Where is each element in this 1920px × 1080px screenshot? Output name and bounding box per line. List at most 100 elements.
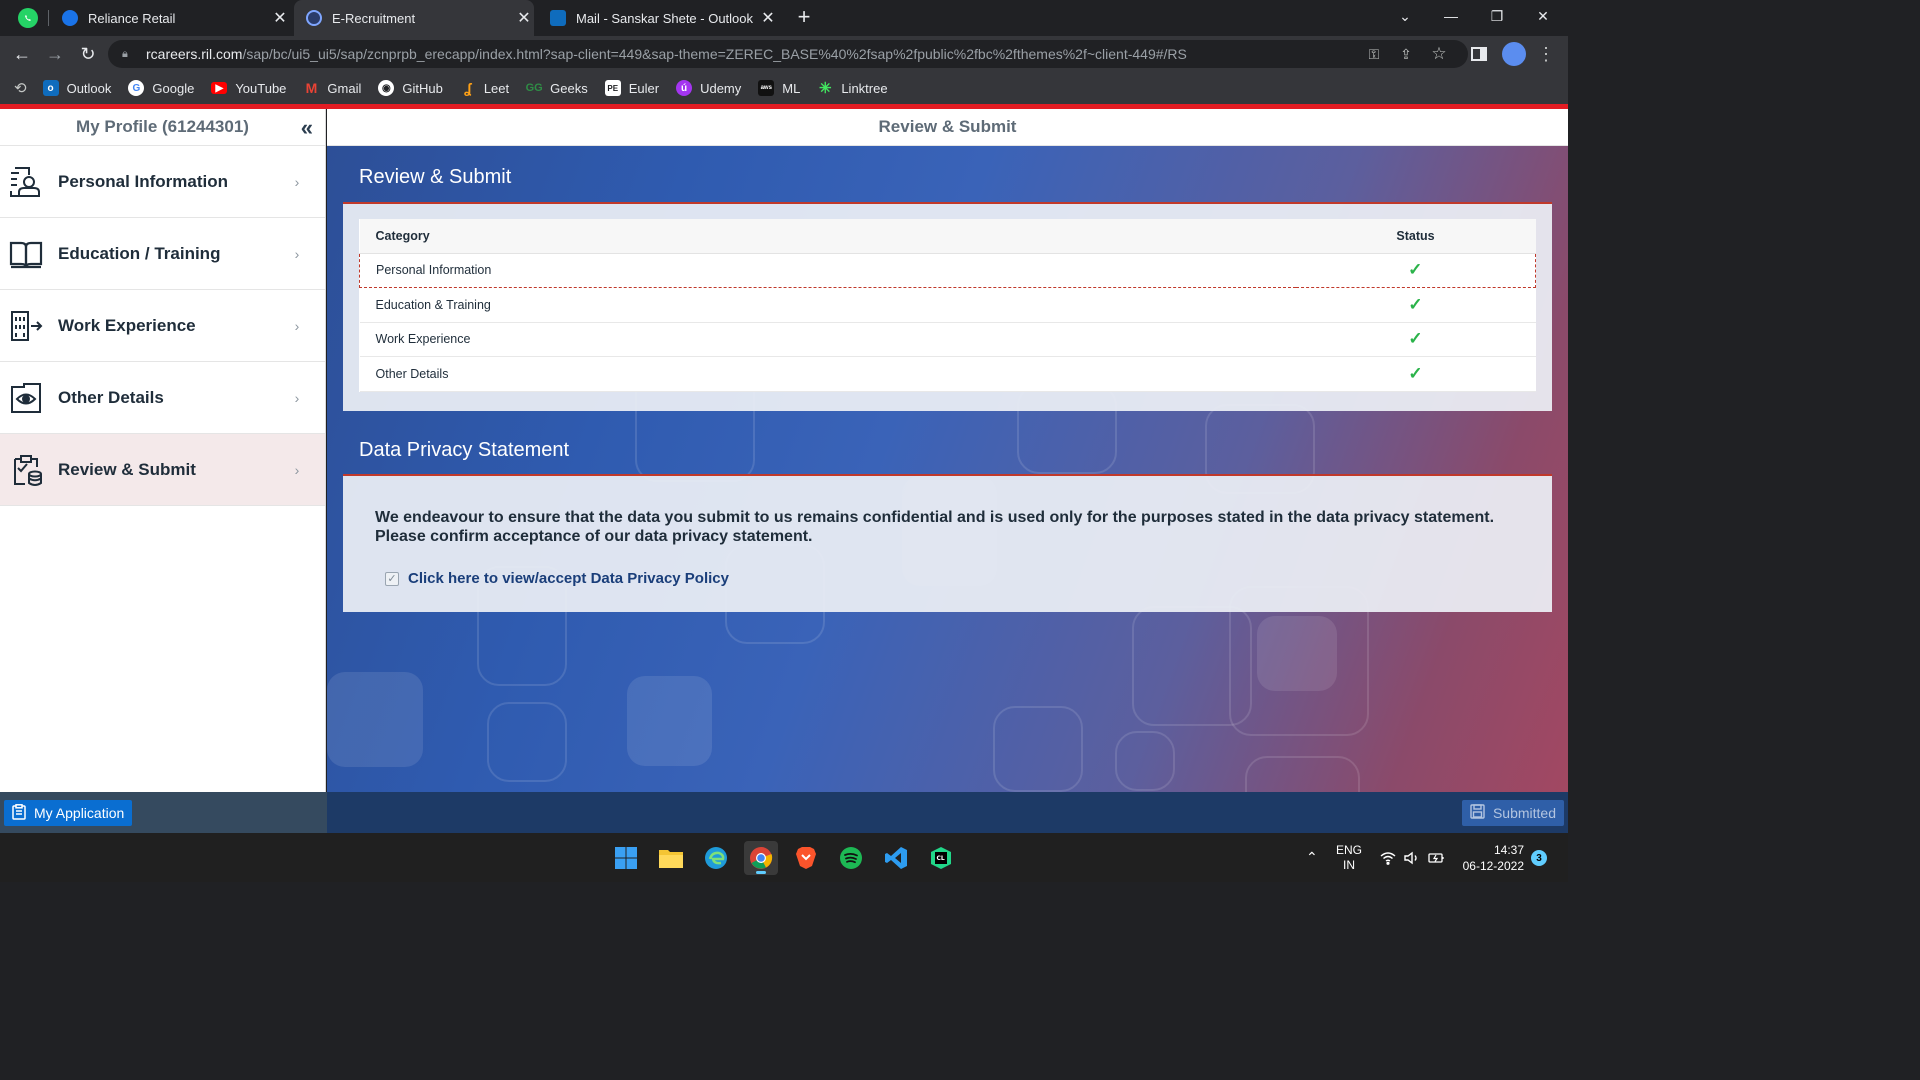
leetcode-icon: ʆ bbox=[464, 80, 472, 96]
bookmark-google[interactable]: G Google bbox=[128, 80, 194, 96]
more-menu-icon[interactable]: ⋮ bbox=[1534, 42, 1558, 66]
restore-icon[interactable]: ❐ bbox=[1474, 0, 1520, 32]
sidebar-item-education-training[interactable]: Education / Training › bbox=[0, 218, 325, 290]
history-icon[interactable]: ⟲ bbox=[14, 79, 27, 97]
tab-title: E-Recruitment bbox=[332, 10, 416, 26]
profile-avatar[interactable] bbox=[1502, 42, 1526, 66]
close-tab-icon[interactable]: ✕ bbox=[270, 8, 290, 28]
privacy-statement-text: We endeavour to ensure that the data you… bbox=[375, 509, 1495, 545]
column-header-status: Status bbox=[1295, 219, 1536, 254]
privacy-panel: We endeavour to ensure that the data you… bbox=[343, 474, 1552, 612]
bookmark-udemy[interactable]: ú Udemy bbox=[676, 80, 741, 96]
privacy-section-title: Data Privacy Statement bbox=[359, 439, 570, 461]
file-explorer-icon[interactable] bbox=[654, 841, 688, 875]
sidebar-item-label: Education / Training bbox=[58, 243, 221, 263]
clock[interactable]: 14:37 06-12-2022 bbox=[1460, 833, 1524, 882]
windows-taskbar: CL ⌃ ENG IN 14:37 06-12-2022 3 bbox=[0, 833, 1568, 882]
clock-date: 06-12-2022 bbox=[1462, 858, 1524, 873]
bookmark-leet[interactable]: ʆ Leet bbox=[460, 80, 509, 96]
chevron-right-icon: › bbox=[294, 389, 300, 406]
category-cell: Education & Training bbox=[359, 287, 1296, 323]
sidebar-item-personal-information[interactable]: Personal Information › bbox=[0, 146, 325, 218]
bookmark-outlook[interactable]: o Outlook bbox=[42, 80, 111, 96]
sidebar-item-label: Other Details bbox=[58, 387, 164, 407]
aws-icon: aws bbox=[758, 80, 775, 96]
collapse-sidebar-icon[interactable]: « bbox=[301, 115, 313, 141]
bookmark-youtube[interactable]: ▶ YouTube bbox=[211, 81, 286, 96]
notification-badge[interactable]: 3 bbox=[1531, 850, 1547, 866]
show-hidden-icons-chevron-icon[interactable]: ⌃ bbox=[1306, 833, 1318, 882]
table-row[interactable]: Personal Information ✓ bbox=[359, 252, 1536, 288]
bookmark-linktree[interactable]: ✳ Linktree bbox=[817, 80, 888, 97]
bookmark-geeks[interactable]: GG Geeks bbox=[526, 80, 588, 96]
table-row[interactable]: Work Experience ✓ bbox=[359, 322, 1536, 357]
address-bar[interactable]: 🔒︎ rcareers.ril.com/sap/bc/ui5_ui5/sap/z… bbox=[108, 40, 1468, 68]
building-icon bbox=[8, 308, 44, 344]
new-tab-plus-icon[interactable]: + bbox=[792, 6, 816, 30]
page-title-text: Review & Submit bbox=[878, 117, 1017, 136]
privacy-accept-checkbox[interactable]: ✓ bbox=[385, 572, 399, 586]
sidebar-header: My Profile (61244301) « bbox=[0, 109, 325, 146]
tab-outlook-mail[interactable]: Mail - Sanskar Shete - Outlook ✕ bbox=[538, 0, 778, 36]
vscode-icon[interactable] bbox=[879, 841, 913, 875]
brave-icon[interactable] bbox=[789, 841, 823, 875]
close-window-icon[interactable]: ✕ bbox=[1520, 0, 1566, 32]
my-application-button[interactable]: My Application bbox=[4, 800, 133, 826]
profile-sidebar: My Profile (61244301) « Personal Informa… bbox=[0, 109, 326, 792]
background-decoration bbox=[1257, 616, 1337, 691]
category-cell: Personal Information bbox=[359, 252, 1296, 288]
reload-icon[interactable]: ↻ bbox=[76, 42, 100, 66]
close-tab-icon[interactable]: ✕ bbox=[514, 8, 534, 28]
checkmark-icon: ✓ bbox=[1295, 252, 1536, 288]
category-cell: Work Experience bbox=[359, 322, 1296, 357]
whatsapp-icon[interactable] bbox=[18, 8, 38, 28]
sidebar-item-label: Review & Submit bbox=[58, 459, 196, 479]
category-cell: Other Details bbox=[359, 356, 1296, 392]
share-icon[interactable]: ⇪ bbox=[1394, 42, 1418, 66]
lock-icon: 🔒︎ bbox=[122, 47, 128, 60]
clion-icon[interactable]: CL bbox=[924, 841, 958, 875]
tab-e-recruitment[interactable]: E-Recruitment ✕ bbox=[294, 0, 534, 36]
language-indicator[interactable]: ENG IN bbox=[1336, 833, 1362, 882]
github-icon: ◉ bbox=[378, 80, 395, 96]
table-row[interactable]: Education & Training ✓ bbox=[359, 287, 1536, 323]
wifi-icon[interactable] bbox=[1380, 833, 1396, 882]
close-tab-icon[interactable]: ✕ bbox=[758, 8, 778, 28]
submitted-button[interactable]: Submitted bbox=[1461, 800, 1564, 826]
bookmark-euler[interactable]: PE Euler bbox=[604, 80, 659, 96]
chevron-right-icon: › bbox=[294, 173, 300, 190]
chrome-icon[interactable] bbox=[744, 841, 778, 875]
battery-charging-icon[interactable] bbox=[1428, 833, 1446, 882]
region-code: IN bbox=[1343, 857, 1355, 872]
footer-left: My Application bbox=[0, 792, 327, 833]
clipboard-check-icon bbox=[8, 452, 44, 488]
bookmark-label: GitHub bbox=[402, 80, 443, 96]
footer-right: Submitted bbox=[327, 792, 1568, 833]
column-header-category: Category bbox=[359, 219, 1296, 254]
sidebar-title: My Profile (61244301) bbox=[76, 117, 249, 136]
bookmark-github[interactable]: ◉ GitHub bbox=[378, 80, 443, 96]
bookmark-star-icon[interactable]: ☆ bbox=[1427, 42, 1451, 66]
minimize-icon[interactable]: — bbox=[1428, 0, 1474, 32]
windows-start-icon[interactable] bbox=[609, 841, 643, 875]
side-panel-icon[interactable] bbox=[1467, 42, 1491, 66]
bookmark-ml[interactable]: aws ML bbox=[758, 80, 800, 96]
sidebar-item-review-submit[interactable]: Review & Submit › bbox=[0, 434, 325, 506]
edge-icon[interactable] bbox=[699, 841, 733, 875]
table-row[interactable]: Other Details ✓ bbox=[359, 356, 1536, 392]
bookmark-gmail[interactable]: M Gmail bbox=[303, 80, 362, 96]
back-arrow-icon[interactable]: ← bbox=[10, 42, 34, 66]
volume-icon[interactable] bbox=[1404, 833, 1420, 882]
privacy-policy-link[interactable]: Click here to view/accept Data Privacy P… bbox=[408, 570, 729, 587]
main-content: Review & Submit Category Status Personal… bbox=[327, 146, 1568, 792]
sidebar-item-work-experience[interactable]: Work Experience › bbox=[0, 290, 325, 362]
background-decoration bbox=[1115, 731, 1175, 791]
forward-arrow-icon[interactable]: → bbox=[43, 42, 67, 66]
spotify-icon[interactable] bbox=[834, 841, 868, 875]
linktree-icon: ✳ bbox=[819, 80, 832, 97]
sidebar-item-other-details[interactable]: Other Details › bbox=[0, 362, 325, 434]
tab-search-chevron-icon[interactable]: ⌄ bbox=[1382, 0, 1428, 32]
key-icon[interactable]: ⚿ bbox=[1362, 42, 1386, 66]
tab-reliance-retail[interactable]: Reliance Retail ✕ bbox=[50, 0, 290, 36]
profile-card-icon bbox=[8, 164, 44, 200]
